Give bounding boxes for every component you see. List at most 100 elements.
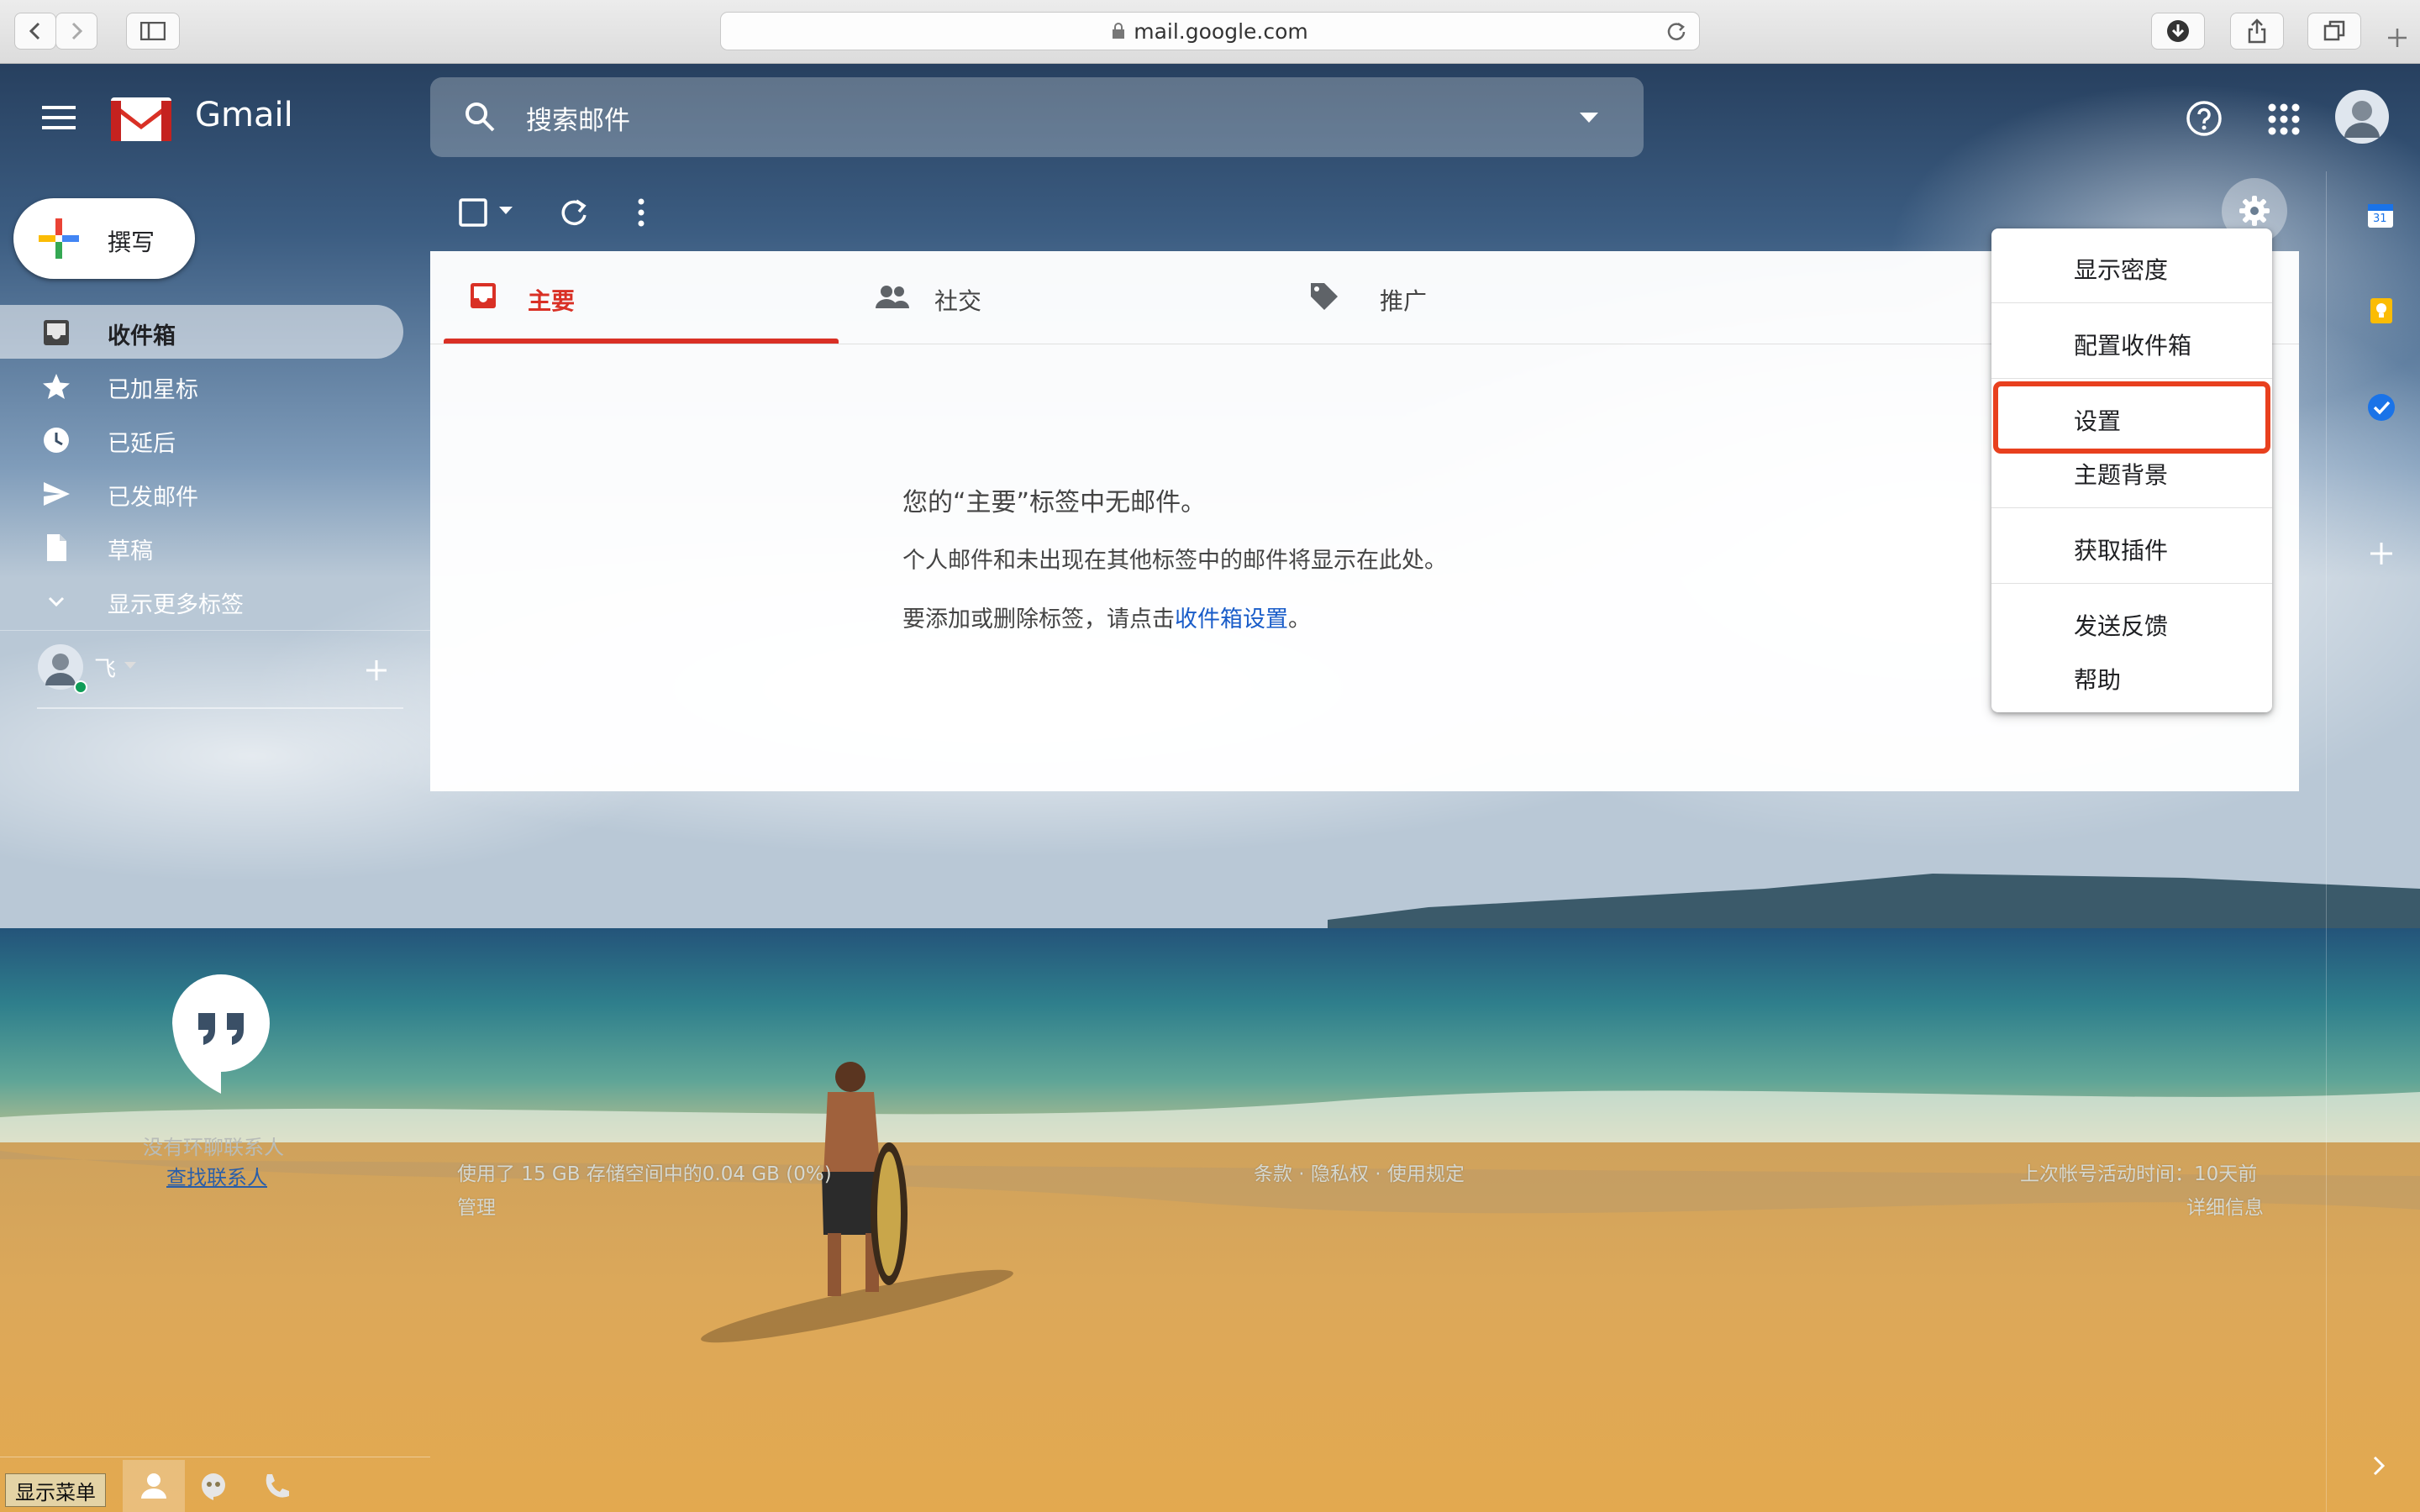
search-icon[interactable] — [464, 101, 496, 133]
menu-item-label: 配置收件箱 — [2074, 332, 2192, 360]
sidebar-item-label: 已加星标 — [108, 377, 198, 403]
policy-links[interactable]: 条款 · 隐私权 · 使用规定 — [1254, 1158, 1465, 1186]
forward-button[interactable] — [55, 13, 97, 50]
sidebar-item-label: 草稿 — [108, 538, 153, 564]
search-options-icon[interactable] — [1580, 113, 1598, 124]
main-menu-button[interactable] — [42, 104, 79, 131]
inbox-tab-icon — [471, 283, 496, 308]
lock-icon — [1113, 23, 1125, 39]
back-button[interactable] — [14, 13, 56, 50]
tasks-icon[interactable] — [2367, 393, 2396, 422]
app-name: Gmail — [195, 96, 293, 134]
search-bar[interactable]: 搜索邮件 — [430, 77, 1644, 157]
sidebar-item-starred[interactable]: 已加星标 — [0, 359, 403, 412]
sidebar-item-label: 显示更多标签 — [108, 592, 244, 618]
sidebar-icon — [140, 22, 166, 40]
chevron-down-icon — [48, 596, 65, 607]
hangouts-avatar[interactable] — [37, 643, 87, 694]
activity-details-link[interactable]: 详细信息 — [2186, 1191, 2264, 1220]
search-input[interactable]: 搜索邮件 — [526, 99, 630, 137]
find-contacts-link[interactable]: 查找联系人 — [166, 1161, 267, 1190]
url-text: mail.google.com — [1134, 18, 1308, 44]
menu-item-label: 发送反馈 — [2074, 612, 2169, 640]
menu-divider — [1991, 507, 2272, 508]
download-icon — [2167, 20, 2189, 42]
sidebar-item-drafts[interactable]: 草稿 — [0, 520, 403, 574]
tab-label: 推广 — [1380, 287, 1428, 315]
sidebar-item-label: 已延后 — [108, 431, 176, 457]
phone-icon[interactable] — [262, 1472, 291, 1500]
menu-item-get-addons[interactable]: 获取插件 — [1991, 521, 2272, 575]
settings-menu: 显示密度 配置收件箱 设置 主题背景 获取插件 发送反馈 帮助 — [1991, 228, 2272, 712]
sidebar-toggle-button[interactable] — [126, 13, 180, 50]
menu-item-display-density[interactable]: 显示密度 — [1991, 240, 2272, 294]
menu-item-label: 显示密度 — [2074, 256, 2169, 284]
person-icon — [141, 1473, 166, 1499]
new-tab-button[interactable] — [2385, 25, 2418, 59]
chevron-right-icon[interactable] — [2370, 1453, 2387, 1478]
account-avatar[interactable] — [2334, 89, 2390, 144]
plus-icon — [39, 218, 79, 259]
add-contact-icon[interactable] — [365, 659, 388, 682]
add-addon-icon[interactable] — [2369, 541, 2394, 566]
address-bar[interactable]: mail.google.com — [720, 12, 1700, 50]
settings-highlight-box — [1993, 381, 2270, 454]
downloads-button[interactable] — [2151, 13, 2205, 50]
contacts-tab[interactable] — [123, 1460, 185, 1512]
tabs-overview-button[interactable] — [2307, 13, 2361, 50]
apps-grid-icon — [2268, 103, 2300, 135]
browser-toolbar: mail.google.com — [0, 0, 2420, 64]
tab-promotions[interactable]: 推广 — [1309, 251, 1704, 344]
menu-item-configure-inbox[interactable]: 配置收件箱 — [1991, 316, 2272, 370]
tab-primary[interactable]: 主要 — [444, 251, 839, 344]
more-options-icon[interactable] — [635, 197, 647, 228]
empty-state-hint-suffix: 。 — [1288, 606, 1311, 633]
select-all-checkbox[interactable] — [459, 198, 487, 227]
plus-icon — [2388, 29, 2407, 47]
clock-icon — [44, 428, 69, 453]
menu-item-label: 帮助 — [2074, 666, 2122, 694]
compose-label: 撰写 — [108, 228, 155, 256]
hangouts-divider — [37, 707, 403, 709]
last-activity-text: 上次帐号活动时间：10天前 — [2020, 1163, 2258, 1185]
hangouts-chat-icon[interactable] — [200, 1472, 227, 1500]
show-menu-button[interactable]: 显示菜单 — [5, 1473, 106, 1507]
sidebar-item-more[interactable]: 显示更多标签 — [0, 574, 403, 627]
sidebar-item-label: 收件箱 — [108, 323, 176, 349]
share-button[interactable] — [2230, 13, 2284, 50]
menu-item-send-feedback[interactable]: 发送反馈 — [1991, 596, 2272, 650]
manage-storage-link[interactable]: 管理 — [457, 1191, 496, 1220]
gmail-logo-icon[interactable] — [109, 96, 173, 143]
refresh-icon[interactable] — [558, 197, 590, 228]
hangouts-icon — [172, 974, 270, 1094]
hangouts-user-name[interactable]: 飞 — [94, 652, 116, 683]
sidebar-item-sent[interactable]: 已发邮件 — [0, 466, 403, 520]
compose-button[interactable]: 撰写 — [13, 198, 195, 279]
avatar-icon — [2335, 90, 2389, 144]
chevron-left-icon — [29, 22, 40, 40]
avatar-icon — [38, 644, 87, 694]
sidebar-item-inbox[interactable]: 收件箱 — [0, 305, 403, 359]
menu-divider — [1991, 302, 2272, 303]
tabs-icon — [2323, 20, 2345, 41]
keep-icon[interactable] — [2369, 297, 2394, 324]
menu-divider — [1991, 378, 2272, 379]
menu-item-label: 获取插件 — [2074, 537, 2169, 564]
menu-item-label: 主题背景 — [2074, 461, 2169, 489]
star-icon — [43, 374, 70, 399]
inbox-icon — [44, 320, 69, 345]
caret-down-icon[interactable] — [124, 662, 136, 670]
apps-button[interactable] — [2267, 102, 2301, 136]
support-button[interactable] — [2185, 99, 2223, 138]
inbox-settings-link[interactable]: 收件箱设置 — [1175, 606, 1288, 633]
people-icon — [876, 286, 909, 308]
side-panel: 31 — [2326, 171, 2420, 1512]
sidebar-item-snoozed[interactable]: 已延后 — [0, 412, 403, 466]
share-icon — [2248, 18, 2266, 44]
gear-icon — [2239, 196, 2270, 226]
select-dropdown-icon[interactable] — [499, 207, 513, 215]
reload-icon[interactable] — [1665, 20, 1687, 42]
menu-item-help[interactable]: 帮助 — [1991, 650, 2272, 704]
calendar-addon[interactable]: 31 — [2367, 202, 2394, 228]
tab-social[interactable]: 社交 — [876, 251, 1270, 344]
